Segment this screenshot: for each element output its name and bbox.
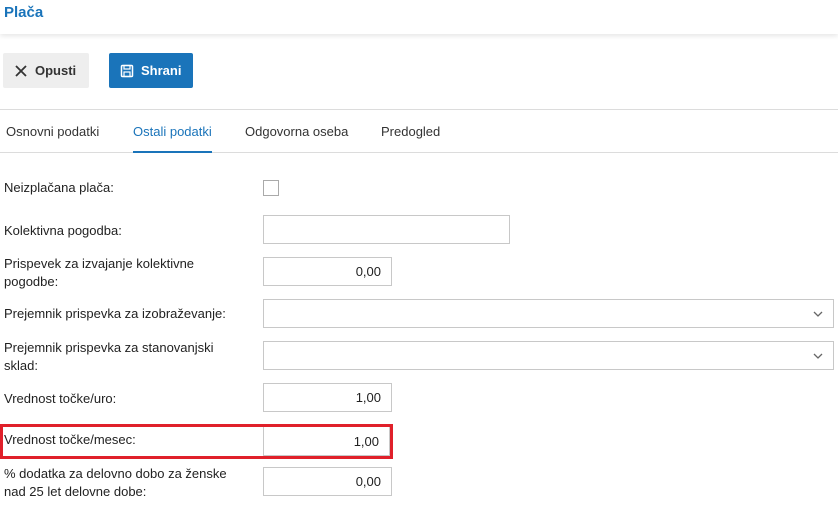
toolbar: Opusti Shrani bbox=[0, 40, 838, 110]
highlight-box bbox=[0, 424, 393, 459]
chevron-down-icon bbox=[813, 311, 823, 317]
education-recipient-select[interactable] bbox=[263, 299, 834, 328]
collective-agreement-field[interactable] bbox=[263, 215, 510, 244]
collective-agreement-label: Kolektivna pogodba: bbox=[4, 223, 122, 238]
save-button-label: Shrani bbox=[141, 63, 182, 78]
education-recipient-label: Prejemnik prispevka za izobraževanje: bbox=[4, 306, 226, 321]
page-title: Plača bbox=[4, 4, 44, 21]
housing-recipient-select[interactable] bbox=[263, 341, 834, 370]
tab-bar: Osnovni podatki Ostali podatki Odgovorna… bbox=[0, 110, 838, 153]
housing-recipient-label: Prejemnik prispevka za stanovanjski skla… bbox=[4, 340, 214, 373]
top-bar: Plača bbox=[0, 0, 838, 34]
unpaid-salary-label: Neizplačana plača: bbox=[4, 180, 114, 195]
tab-predogled[interactable]: Predogled bbox=[381, 110, 440, 153]
seniority-bonus-field[interactable]: 0,00 bbox=[263, 467, 392, 496]
tab-ostali-podatki[interactable]: Ostali podatki bbox=[133, 110, 212, 153]
cancel-button[interactable]: Opusti bbox=[3, 53, 89, 88]
tab-odgovorna-oseba[interactable]: Odgovorna oseba bbox=[245, 110, 348, 153]
save-button[interactable]: Shrani bbox=[109, 53, 193, 88]
save-icon bbox=[119, 63, 135, 79]
cancel-button-label: Opusti bbox=[35, 63, 77, 78]
collective-contribution-label: Prispevek za izvajanje kolektivne pogodb… bbox=[4, 256, 195, 289]
point-value-hour-label: Vrednost točke/uro: bbox=[4, 391, 117, 406]
point-value-hour-field[interactable]: 1,00 bbox=[263, 383, 392, 412]
collective-contribution-field[interactable]: 0,00 bbox=[263, 257, 392, 286]
seniority-bonus-label: % dodatka za delovno dobo za ženske nad … bbox=[4, 466, 227, 499]
close-icon bbox=[13, 63, 29, 79]
unpaid-salary-checkbox[interactable] bbox=[263, 180, 279, 196]
tab-osnovni-podatki[interactable]: Osnovni podatki bbox=[6, 110, 99, 153]
chevron-down-icon bbox=[813, 353, 823, 359]
